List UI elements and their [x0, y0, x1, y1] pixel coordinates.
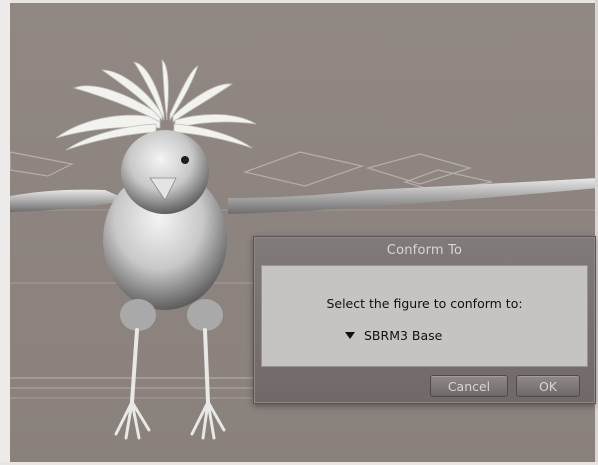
viewport-border-top	[0, 0, 598, 3]
viewport[interactable]: Conform To Select the figure to conform …	[0, 0, 598, 465]
ok-button[interactable]: OK	[516, 375, 580, 397]
viewport-border-left	[0, 0, 10, 465]
triangle-down-icon	[345, 331, 355, 339]
bird-legs	[114, 328, 226, 440]
selected-figure: SBRM3 Base	[364, 327, 443, 343]
conform-to-dialog: Conform To Select the figure to conform …	[253, 236, 596, 404]
dialog-prompt: Select the figure to conform to:	[326, 296, 523, 311]
cancel-button[interactable]: Cancel	[430, 375, 508, 397]
wing-bone-outlines	[9, 151, 493, 193]
dialog-content-panel: Select the figure to conform to: SBRM3 B…	[261, 265, 588, 367]
bird-body	[103, 130, 227, 331]
figure-dropdown[interactable]: SBRM3 Base	[345, 326, 442, 344]
bird-wings	[10, 178, 598, 214]
dialog-title: Conform To	[386, 243, 463, 258]
